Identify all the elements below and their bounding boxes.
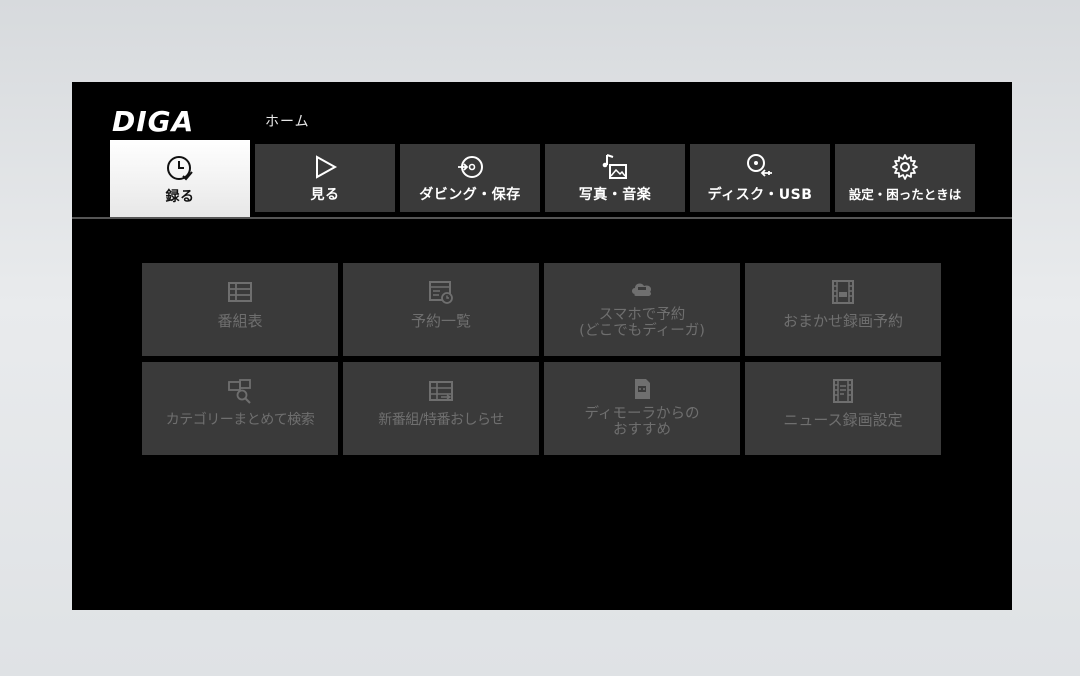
smartphone-cloud-icon <box>632 283 652 296</box>
menu-label-line2: (どこでもディーガ) <box>579 323 705 339</box>
tab-divider <box>72 217 1012 219</box>
gear-icon <box>892 154 918 180</box>
dimora-recommend-icon <box>635 379 650 399</box>
menu-grid: 番組表 予約一覧 スマホで予約 (どこでもディーガ) おまかせ録画予約 カテゴリ… <box>142 263 942 455</box>
menu-label: 予約一覧 <box>410 312 471 330</box>
new-program-icon <box>429 381 453 401</box>
menu-label: カテゴリーまとめて検索 <box>165 412 315 428</box>
menu-label-line2: おすすめ <box>613 422 671 438</box>
tab-dubbing[interactable]: ダビング・保存 <box>400 144 540 212</box>
menu-label: ニュース録画設定 <box>783 411 903 429</box>
clock-record-icon <box>167 156 193 181</box>
tab-disc-usb[interactable]: ディスク・USB <box>690 144 830 212</box>
program-guide-icon <box>228 282 252 302</box>
tab-label: ディスク・USB <box>707 187 813 203</box>
category-search-icon <box>228 379 251 404</box>
dubbing-disc-icon <box>458 156 483 178</box>
menu-new-programs[interactable]: 新番組/特番おしらせ <box>343 362 539 455</box>
tab-photo-music[interactable]: 写真・音楽 <box>545 144 685 212</box>
tab-label: 設定・困ったときは <box>848 187 962 202</box>
disc-usb-icon <box>747 154 772 177</box>
menu-label: おまかせ録画予約 <box>782 312 903 330</box>
tab-label: ダビング・保存 <box>419 187 521 203</box>
tab-label: 写真・音楽 <box>578 187 652 203</box>
menu-category-search[interactable]: カテゴリーまとめて検索 <box>142 362 338 455</box>
diga-logo: DIGA <box>112 104 250 138</box>
category-tabs: 録る 見る ダビング・保存 写真・音楽 ディスク・USB 設定・困ったときは <box>110 140 976 218</box>
menu-auto-record-reservation[interactable]: おまかせ録画予約 <box>745 263 941 356</box>
play-icon <box>316 155 338 179</box>
menu-dimora-recommend[interactable]: ディモーラからの おすすめ <box>544 362 740 455</box>
diga-logo-text: DIGA <box>112 106 194 136</box>
breadcrumb: ホーム <box>265 114 310 130</box>
tab-label: 録る <box>165 189 195 205</box>
tab-watch[interactable]: 見る <box>255 144 395 212</box>
menu-news-record-settings[interactable]: ニュース録画設定 <box>745 362 941 455</box>
menu-smartphone-reservation[interactable]: スマホで予約 (どこでもディーガ) <box>544 263 740 356</box>
auto-record-film-icon <box>832 280 854 304</box>
news-record-icon <box>833 379 853 403</box>
menu-label: 番組表 <box>217 312 263 330</box>
reservation-list-icon <box>429 281 453 304</box>
tab-settings[interactable]: 設定・困ったときは <box>835 144 975 212</box>
menu-program-guide[interactable]: 番組表 <box>142 263 338 356</box>
tv-screen: DIGA ホーム 録る 見る ダビング・保存 写真・音楽 ディスク・USB 設定… <box>72 82 1012 610</box>
menu-label-line1: スマホで予約 <box>598 307 686 323</box>
menu-reservation-list[interactable]: 予約一覧 <box>343 263 539 356</box>
menu-label-line1: ディモーラからの <box>584 406 700 422</box>
menu-label: 新番組/特番おしらせ <box>378 412 504 428</box>
tab-record[interactable]: 録る <box>110 140 250 218</box>
photo-music-icon <box>602 154 627 179</box>
diga-logo-icon: DIGA <box>112 106 194 136</box>
tab-label: 見る <box>310 187 340 203</box>
